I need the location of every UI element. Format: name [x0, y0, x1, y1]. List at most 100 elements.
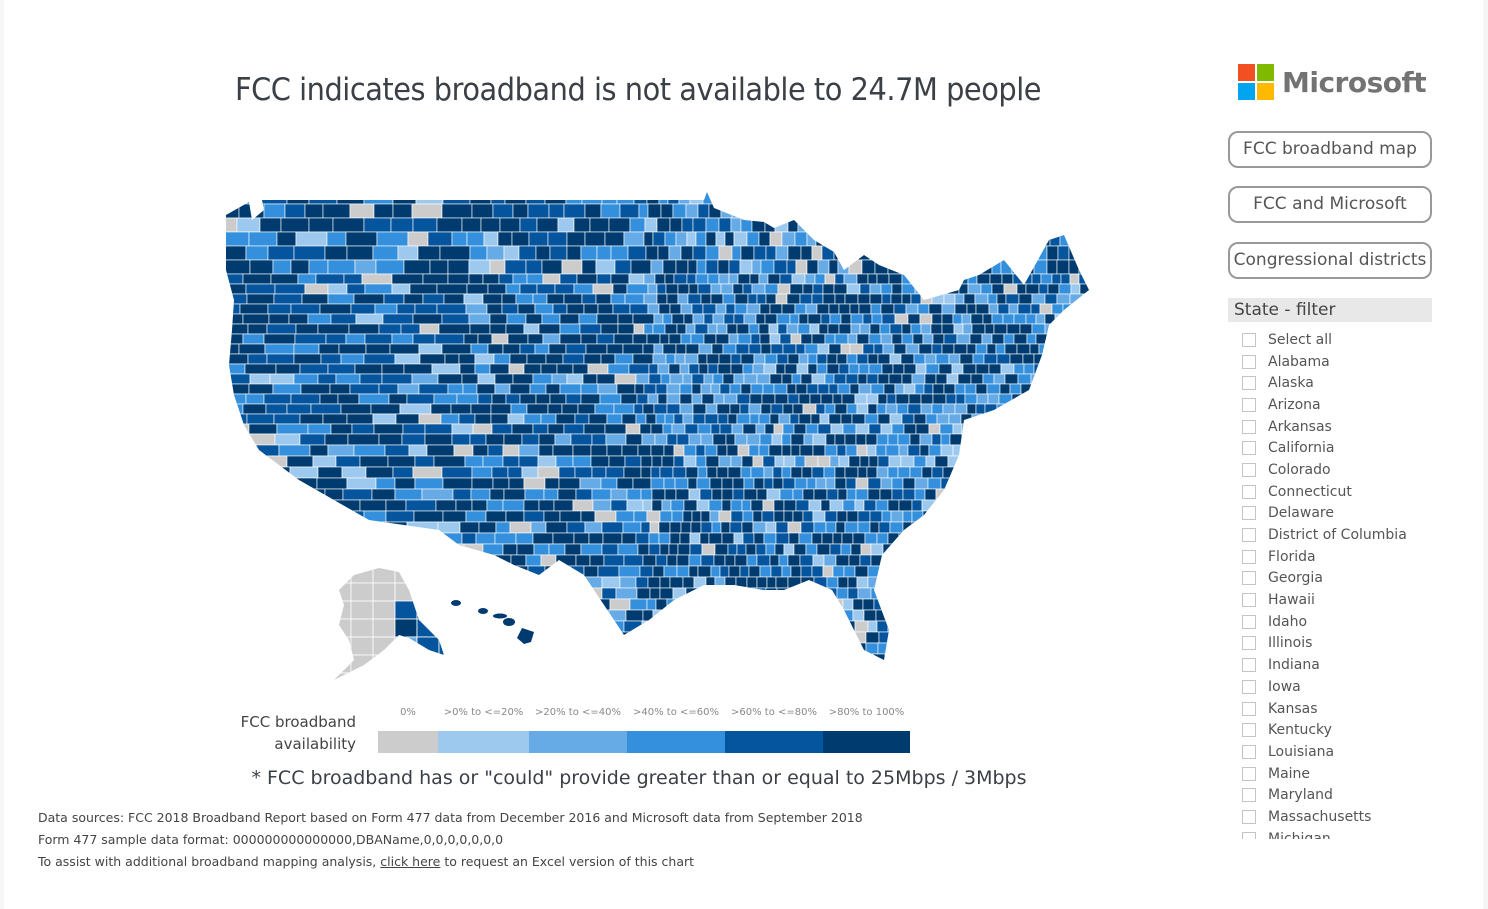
county[interactable]: [763, 477, 774, 490]
checkbox[interactable]: [1242, 462, 1256, 477]
county[interactable]: [347, 521, 377, 534]
county[interactable]: [219, 343, 240, 355]
county[interactable]: [317, 576, 343, 589]
county[interactable]: [933, 631, 946, 644]
county[interactable]: [668, 543, 679, 556]
county[interactable]: [708, 203, 722, 219]
county[interactable]: [857, 521, 871, 534]
county[interactable]: [1060, 521, 1074, 534]
select-all-option[interactable]: Select all: [1240, 329, 1440, 351]
county[interactable]: [306, 587, 330, 600]
county[interactable]: [245, 283, 276, 295]
county[interactable]: [1062, 190, 1074, 205]
county[interactable]: [1004, 190, 1015, 205]
county[interactable]: [922, 510, 933, 523]
county[interactable]: [649, 587, 661, 600]
county[interactable]: [1066, 477, 1077, 490]
county[interactable]: [872, 653, 886, 665]
county[interactable]: [436, 217, 463, 233]
state-option[interactable]: Colorado: [1240, 459, 1440, 481]
county[interactable]: [482, 543, 504, 556]
county[interactable]: [997, 565, 1010, 578]
county[interactable]: [1067, 466, 1079, 479]
county[interactable]: [263, 203, 286, 219]
county[interactable]: [655, 598, 668, 611]
county[interactable]: [372, 618, 396, 638]
county[interactable]: [487, 343, 504, 355]
county[interactable]: [322, 203, 351, 219]
county[interactable]: [845, 477, 857, 490]
county[interactable]: [861, 231, 873, 247]
county[interactable]: [715, 303, 727, 315]
county[interactable]: [740, 466, 752, 479]
county[interactable]: [669, 373, 684, 385]
county[interactable]: [752, 455, 764, 468]
county[interactable]: [601, 576, 621, 589]
county[interactable]: [921, 532, 936, 545]
county[interactable]: [850, 231, 863, 247]
county[interactable]: [801, 466, 813, 479]
county[interactable]: [572, 363, 589, 375]
county[interactable]: [697, 203, 710, 219]
county[interactable]: [462, 383, 478, 395]
county[interactable]: [265, 598, 296, 611]
county[interactable]: [659, 587, 674, 600]
county[interactable]: [826, 353, 838, 365]
county[interactable]: [971, 323, 986, 335]
county[interactable]: [817, 455, 831, 468]
county[interactable]: [1070, 333, 1084, 345]
county[interactable]: [943, 383, 956, 395]
county[interactable]: [660, 620, 673, 633]
county[interactable]: [502, 343, 521, 355]
county[interactable]: [1030, 373, 1044, 385]
county[interactable]: [1008, 303, 1019, 315]
checkbox[interactable]: [1242, 549, 1256, 564]
county[interactable]: [845, 444, 858, 457]
county[interactable]: [555, 455, 574, 468]
county[interactable]: [1061, 455, 1072, 468]
county[interactable]: [942, 466, 956, 479]
state-option[interactable]: Maryland: [1240, 784, 1440, 806]
county[interactable]: [1101, 374, 1104, 384]
county[interactable]: [331, 499, 361, 512]
county[interactable]: [802, 609, 813, 622]
county[interactable]: [820, 393, 834, 405]
county[interactable]: [682, 413, 694, 425]
county[interactable]: [219, 293, 248, 305]
county[interactable]: [219, 203, 240, 219]
county[interactable]: [1007, 576, 1021, 589]
county[interactable]: [540, 665, 558, 676]
county[interactable]: [807, 587, 818, 600]
county[interactable]: [1024, 433, 1037, 446]
county[interactable]: [552, 303, 568, 315]
county[interactable]: [779, 273, 793, 285]
county[interactable]: [318, 343, 340, 355]
county[interactable]: [709, 665, 720, 676]
county[interactable]: [823, 466, 836, 479]
county[interactable]: [639, 423, 652, 435]
county[interactable]: [921, 203, 932, 219]
county[interactable]: [719, 565, 730, 578]
county[interactable]: [956, 499, 969, 512]
county[interactable]: [309, 444, 329, 457]
county[interactable]: [492, 477, 510, 490]
county[interactable]: [1073, 609, 1086, 622]
county[interactable]: [730, 363, 744, 375]
county[interactable]: [1025, 413, 1039, 425]
county[interactable]: [1093, 232, 1104, 246]
county[interactable]: [994, 576, 1009, 589]
county[interactable]: [289, 466, 319, 479]
county[interactable]: [887, 433, 899, 446]
county[interactable]: [651, 499, 663, 512]
county[interactable]: [1040, 665, 1051, 676]
county[interactable]: [343, 543, 370, 556]
county[interactable]: [764, 353, 778, 365]
county[interactable]: [1042, 554, 1054, 567]
county[interactable]: [1049, 598, 1062, 611]
county[interactable]: [580, 333, 598, 345]
county[interactable]: [439, 245, 471, 261]
county[interactable]: [1046, 259, 1058, 275]
county[interactable]: [734, 303, 748, 315]
county[interactable]: [831, 203, 842, 219]
county[interactable]: [722, 631, 735, 644]
